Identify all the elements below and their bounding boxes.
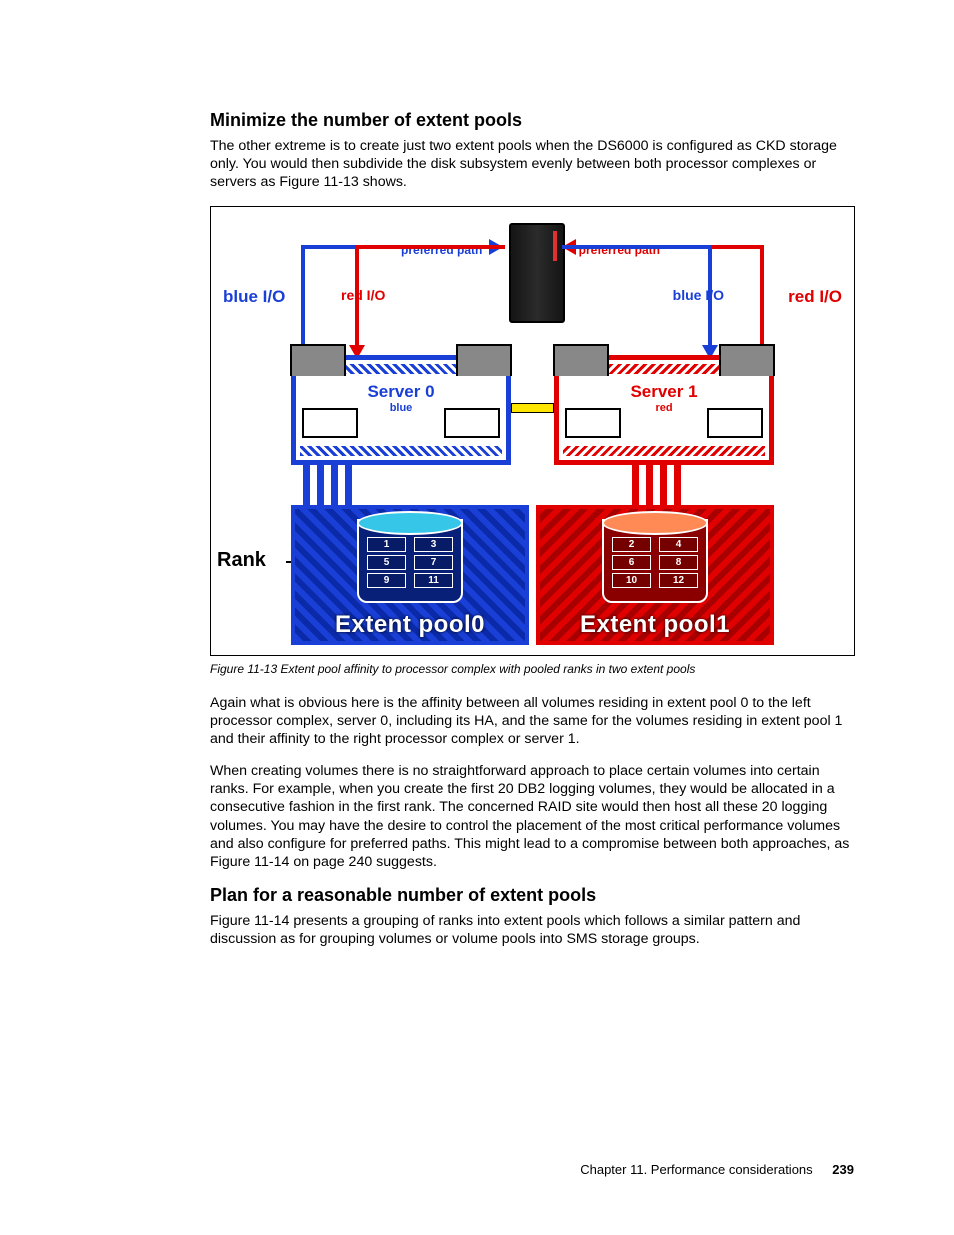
rank-num: 1	[367, 537, 406, 552]
server-0-label: Server 0 blue	[296, 382, 506, 414]
server-0: Server 0 blue	[291, 355, 511, 465]
pool1-title: Extent pool1	[540, 611, 770, 639]
rank-num: 8	[659, 555, 698, 570]
para-3: When creating volumes there is no straig…	[210, 762, 854, 871]
figure-caption: Figure 11-13 Extent pool affinity to pro…	[210, 662, 854, 676]
arrow-red-down-right	[760, 245, 764, 357]
heading-plan: Plan for a reasonable number of extent p…	[210, 885, 854, 906]
para-2: Again what is obvious here is the affini…	[210, 694, 854, 749]
label-blue-io-left: blue I/O	[223, 287, 285, 307]
rank-num: 6	[612, 555, 651, 570]
rank-num: 3	[414, 537, 453, 552]
extent-pool-1: 2 4 6 8 10 12 Extent pool1	[536, 505, 774, 645]
connector-right	[632, 465, 696, 509]
para-1: The other extreme is to create just two …	[210, 137, 854, 192]
rank-num: 4	[659, 537, 698, 552]
pool0-title: Extent pool0	[295, 611, 525, 639]
server-1: Server 1 red	[554, 355, 774, 465]
rank-num: 5	[367, 555, 406, 570]
interconnect-bar	[511, 403, 554, 413]
footer-page-number: 239	[832, 1162, 854, 1177]
rank-num: 11	[414, 573, 453, 588]
heading-minimize: Minimize the number of extent pools	[210, 110, 854, 131]
para-4: Figure 11-14 presents a grouping of rank…	[210, 912, 854, 948]
label-blue-io-right: blue I/O	[673, 287, 724, 303]
server-1-label: Server 1 red	[559, 382, 769, 414]
rank-num: 10	[612, 573, 651, 588]
rank-num: 2	[612, 537, 651, 552]
label-red-io-left: red I/O	[341, 287, 385, 303]
rank-cylinder-right: 2 4 6 8 10 12	[602, 519, 708, 603]
page: Minimize the number of extent pools The …	[0, 0, 954, 1235]
arrow-blue-down-left	[301, 245, 305, 357]
rank-num: 9	[367, 573, 406, 588]
figure-11-13: preferred path preferred path blue I/O r…	[210, 206, 855, 656]
rank-cylinder-left: 1 3 5 7 9 11	[357, 519, 463, 603]
label-red-io-right: red I/O	[788, 287, 842, 307]
extent-pool-0: 1 3 5 7 9 11 Extent pool0	[291, 505, 529, 645]
host-system-icon	[509, 223, 565, 323]
rank-num: 7	[414, 555, 453, 570]
rank-num: 12	[659, 573, 698, 588]
label-rank: Rank	[217, 549, 266, 572]
page-footer: Chapter 11. Performance considerations 2…	[580, 1162, 854, 1177]
connector-left	[303, 465, 367, 509]
footer-chapter: Chapter 11. Performance considerations	[580, 1162, 812, 1177]
